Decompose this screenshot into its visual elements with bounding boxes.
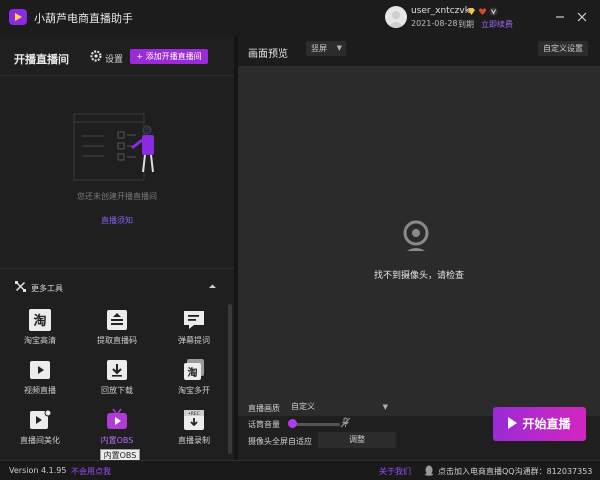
app-title: 小葫芦电商直播助手 [34, 12, 133, 25]
stream-code-icon [107, 310, 127, 330]
mic-muted-icon[interactable] [340, 417, 351, 428]
tool-label: 弹幕提词 [178, 336, 210, 345]
expire-label: 到期 [458, 20, 474, 29]
replay-download-icon [107, 360, 127, 380]
diamond-icon [468, 8, 475, 15]
tool-label: 淘宝高清 [24, 336, 56, 345]
chevron-down-icon: ▼ [382, 403, 388, 411]
user-avatar-icon [388, 11, 404, 27]
orientation-select[interactable]: 竖屏 ▼ [306, 41, 346, 56]
empty-state-text: 您还未创建开播直播间 [77, 192, 157, 201]
tool-live-record[interactable]: •REC 直播录制 [166, 408, 222, 452]
beautify-icon [30, 409, 52, 429]
live-guide-link[interactable]: 直播须知 [0, 215, 234, 226]
chevron-up-icon[interactable] [208, 282, 217, 291]
tool-label: 内置OBS [100, 436, 134, 445]
tool-label: 淘宝多开 [178, 386, 210, 395]
preview-title: 画面预览 [248, 49, 288, 60]
settings-button[interactable]: 设置 [105, 52, 123, 65]
section-divider [0, 268, 234, 269]
tools-scrollbar[interactable] [228, 304, 232, 454]
play-icon [508, 417, 518, 429]
close-icon[interactable] [575, 10, 589, 24]
start-live-button[interactable]: 开始直播 [493, 407, 586, 441]
tool-label: 回放下载 [101, 386, 133, 395]
tool-label: 直播录制 [178, 436, 210, 445]
tool-beautify[interactable]: 直播间美化 [12, 408, 68, 452]
webcam-icon [403, 220, 429, 251]
tool-label: 提取直播码 [97, 336, 137, 345]
svg-text:•REC: •REC [188, 411, 200, 417]
tool-video-live[interactable]: 视频直播 [12, 358, 68, 402]
version-text: Version 4.1.95 [9, 466, 67, 475]
volume-slider[interactable] [290, 423, 340, 426]
barrage-prompt-icon [184, 311, 204, 329]
tool-label: 直播间美化 [20, 436, 60, 445]
renew-link[interactable]: 立即续费 [481, 19, 513, 30]
fullscreen-adapt-label: 摄像头全屏自适应 [248, 437, 312, 446]
user-name: user_xntczvk [411, 6, 470, 16]
quality-select[interactable]: 自定义 ▼ [286, 400, 394, 414]
tool-label: 视频直播 [24, 386, 56, 395]
live-room-panel: 开播直播间 设置 + 添加开播直播间 您还未创建开播直播间 直播须知 更多工具 … [0, 36, 234, 460]
help-link[interactable]: 不会用点我 [71, 466, 111, 477]
tools-icon [15, 281, 26, 292]
v-badge-icon [489, 7, 498, 16]
preview-canvas: 找不到摄像头，请检查 [238, 66, 600, 416]
svg-text:淘: 淘 [188, 366, 198, 379]
avatar[interactable] [385, 6, 407, 28]
taobao-icon: 淘 [29, 309, 51, 331]
orientation-value: 竖屏 [311, 44, 327, 53]
start-live-label: 开始直播 [522, 417, 571, 431]
more-tools-label: 更多工具 [31, 284, 63, 293]
add-live-room-button[interactable]: + 添加开播直播间 [130, 49, 208, 64]
adjust-button[interactable]: 调整 [318, 432, 396, 448]
video-live-icon [30, 361, 50, 379]
gear-icon[interactable] [90, 50, 102, 62]
preview-header: 画面预览 竖屏 ▼ 自定义设置 [238, 36, 600, 66]
live-room-header: 开播直播间 设置 + 添加开播直播间 [0, 36, 234, 76]
tool-taobao-multi[interactable]: 淘 淘宝多开 [166, 358, 222, 402]
taobao-multi-icon: 淘 [184, 359, 204, 380]
tool-builtin-obs[interactable]: 内置OBS [89, 408, 145, 452]
custom-settings-button[interactable]: 自定义设置 [538, 41, 588, 56]
heart-icon [479, 8, 486, 15]
volume-slider-handle[interactable] [288, 419, 297, 428]
obs-icon [107, 408, 127, 429]
svg-text:淘: 淘 [33, 313, 46, 329]
app-window: 小葫芦电商直播助手 user_xntczvk 2021-08-28 到期 立即续… [0, 0, 600, 480]
empty-state-illustration [73, 113, 154, 181]
chevron-down-icon: ▼ [336, 44, 342, 52]
volume-label: 话筒音量 [248, 420, 280, 429]
preview-panel: 画面预览 竖屏 ▼ 自定义设置 找不到摄像头，请检查 直播画质 自定义 ▼ 话筒… [238, 36, 600, 460]
qq-icon [425, 465, 433, 476]
expire-date: 2021-08-28 [411, 19, 458, 28]
status-bar: Version 4.1.95 不会用点我 关于我们 点击加入电商直播QQ沟通群：… [0, 460, 600, 480]
rec-icon: •REC [184, 410, 204, 430]
qq-group-link[interactable]: 点击加入电商直播QQ沟通群：812037353 [438, 466, 592, 477]
title-bar: 小葫芦电商直播助手 user_xntczvk 2021-08-28 到期 立即续… [0, 0, 600, 36]
app-logo-icon [9, 9, 27, 25]
minimize-icon[interactable] [553, 10, 567, 24]
tool-barrage-prompt[interactable]: 弹幕提词 [166, 308, 222, 352]
live-room-title: 开播直播间 [14, 53, 69, 66]
quality-label: 直播画质 [248, 404, 280, 413]
tool-extract-stream-code[interactable]: 提取直播码 [89, 308, 145, 352]
tool-taobao-hd[interactable]: 淘 淘宝高清 [12, 308, 68, 352]
about-link[interactable]: 关于我们 [379, 466, 411, 477]
tool-replay-download[interactable]: 回放下载 [89, 358, 145, 402]
quality-value: 自定义 [291, 402, 315, 411]
no-camera-message: 找不到摄像头，请检查 [373, 271, 464, 281]
